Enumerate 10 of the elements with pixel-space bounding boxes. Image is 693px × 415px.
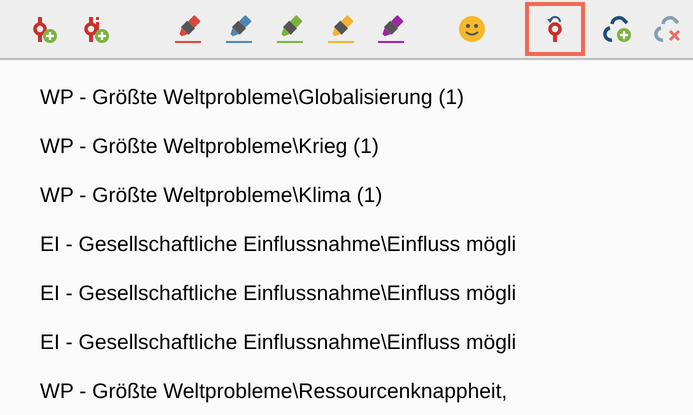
menu-item[interactable]: WP - Größte Weltprobleme\Ressourcenknappheit,	[0, 374, 693, 410]
smiley-icon	[458, 15, 486, 43]
menu-item[interactable]: WP - Größte Weltprobleme\Klima (1)	[0, 178, 693, 214]
toolbar-button[interactable]	[524, 2, 586, 56]
menu-item[interactable]: WP - Größte Weltprobleme\Krieg (1)	[0, 129, 693, 165]
link-plus-icon	[602, 14, 634, 44]
menu-item[interactable]: EI - Gesellschaftliche Einflussnahme\Einfluss mögli	[0, 325, 693, 361]
menu-item[interactable]: EI - Gesellschaftliche Einflussnahme\Einfluss mögli	[0, 276, 693, 312]
menu-item[interactable]: WP - Größte Weltprobleme\Globalisierung (1)	[0, 80, 693, 116]
menu-item[interactable]: EI - Gesellschaftliche Einflussnahme\Einfluss mögli	[0, 227, 693, 263]
